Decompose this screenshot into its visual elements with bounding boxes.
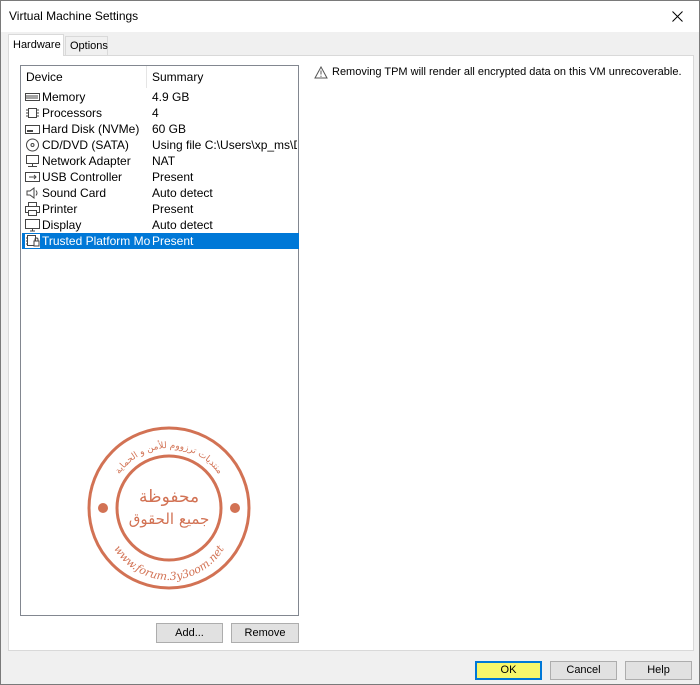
device-row-usb-controller[interactable]: USB Controller Present xyxy=(22,169,299,185)
device-row-cd-dvd[interactable]: CD/DVD (SATA) Using file C:\Users\xp_ms\… xyxy=(22,137,299,153)
device-summary: 4 xyxy=(152,106,159,120)
device-row-trusted-platform-module[interactable]: Trusted Platform Mo... Present xyxy=(22,233,299,249)
tpm-icon xyxy=(25,234,40,248)
device-summary: Present xyxy=(152,234,194,248)
help-button[interactable]: Help xyxy=(625,661,692,680)
device-row-hard-disk[interactable]: Hard Disk (NVMe) 60 GB xyxy=(22,121,299,137)
device-summary: 4.9 GB xyxy=(152,90,190,104)
device-row-processors[interactable]: Processors 4 xyxy=(22,105,299,121)
device-summary: 60 GB xyxy=(152,122,187,136)
device-name: Memory xyxy=(42,90,86,104)
tab-options-label: Options xyxy=(70,40,108,52)
display-icon xyxy=(25,219,40,232)
tab-hardware[interactable]: Hardware xyxy=(8,34,64,56)
device-row-sound-card[interactable]: Sound Card Auto detect xyxy=(22,185,299,201)
tab-options[interactable]: Options xyxy=(65,36,108,56)
watermark-center-line2: جميع الحقوق xyxy=(129,510,210,528)
warning-text: Removing TPM will render all encrypted d… xyxy=(332,66,682,78)
list-header: Device Summary xyxy=(21,66,298,88)
device-name: Printer xyxy=(42,202,78,216)
device-row-network-adapter[interactable]: Network Adapter NAT xyxy=(22,153,299,169)
device-name: Hard Disk (NVMe) xyxy=(42,122,140,136)
watermark-stamp: منتديات ترزووم للأمن و الحماية www.forum… xyxy=(87,426,251,590)
watermark-center-line1: محفوظة xyxy=(139,487,199,507)
cancel-button[interactable]: Cancel xyxy=(550,661,617,680)
hard-disk-icon xyxy=(25,125,40,134)
tab-hardware-label: Hardware xyxy=(13,39,61,51)
cd-dvd-icon xyxy=(26,138,39,152)
device-summary: Present xyxy=(152,170,194,184)
device-name: Sound Card xyxy=(42,186,107,200)
memory-icon xyxy=(25,93,40,101)
ok-button[interactable]: OK xyxy=(475,661,542,680)
device-summary: Using file C:\Users\xp_ms\D... xyxy=(152,138,297,152)
warning-icon xyxy=(314,66,328,79)
device-name: Display xyxy=(42,218,82,232)
column-header-device[interactable]: Device xyxy=(21,66,146,88)
virtual-machine-settings-window: Virtual Machine Settings Hardware Option… xyxy=(0,0,700,685)
column-header-summary[interactable]: Summary xyxy=(147,66,297,88)
title-bar: Virtual Machine Settings xyxy=(1,1,699,32)
sound-card-icon xyxy=(26,187,38,199)
device-summary: Present xyxy=(152,202,194,216)
watermark-ornament-right xyxy=(230,503,240,513)
device-row-display[interactable]: Display Auto detect xyxy=(22,217,299,233)
device-name: CD/DVD (SATA) xyxy=(42,138,129,152)
device-name: Trusted Platform Mo... xyxy=(42,234,150,248)
add-button[interactable]: Add... xyxy=(156,623,223,643)
device-summary: Auto detect xyxy=(152,218,213,232)
device-row-memory[interactable]: Memory 4.9 GB xyxy=(22,89,299,105)
processor-icon xyxy=(26,108,39,118)
device-summary: NAT xyxy=(152,154,176,168)
device-name: Network Adapter xyxy=(42,154,131,168)
network-adapter-icon xyxy=(26,155,39,167)
remove-button[interactable]: Remove xyxy=(231,623,299,643)
close-icon xyxy=(671,10,683,22)
close-button[interactable] xyxy=(655,1,699,31)
usb-icon xyxy=(25,172,40,182)
device-name: Processors xyxy=(42,106,103,120)
printer-icon xyxy=(25,202,40,216)
window-title: Virtual Machine Settings xyxy=(9,9,139,23)
device-row-printer[interactable]: Printer Present xyxy=(22,201,299,217)
device-summary: Auto detect xyxy=(152,186,213,200)
watermark-ornament-left xyxy=(98,503,108,513)
device-name: USB Controller xyxy=(42,170,123,184)
